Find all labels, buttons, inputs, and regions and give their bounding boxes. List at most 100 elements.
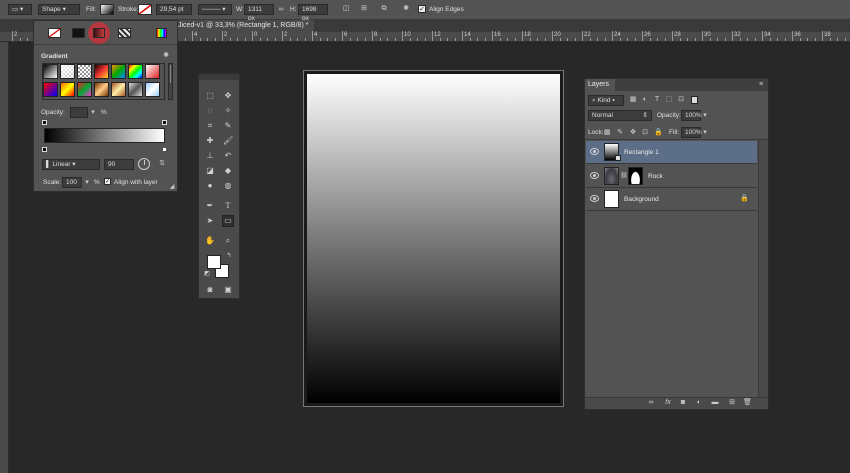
type-icon[interactable]: T <box>223 201 233 211</box>
gear-icon[interactable]: ✺ <box>402 5 410 13</box>
path-selection-icon[interactable]: ➤ <box>205 216 215 226</box>
gradient-preset[interactable] <box>111 64 126 79</box>
color-stop-right[interactable] <box>162 147 167 152</box>
filter-type-icon[interactable]: T <box>653 96 661 104</box>
healing-icon[interactable]: ✚ <box>205 136 215 146</box>
tools-panel-header[interactable] <box>199 74 239 80</box>
lock-all-icon[interactable]: 🔒 <box>654 129 663 137</box>
lock-transparent-icon[interactable]: ▦ <box>603 129 611 137</box>
paint-bucket-icon[interactable]: ◆ <box>223 166 233 176</box>
mask-link-icon[interactable]: ⛓ <box>620 172 628 180</box>
marquee-icon[interactable]: ⬚ <box>205 91 215 101</box>
filter-pixel-icon[interactable]: ▦ <box>629 96 637 104</box>
stroke-swatch[interactable] <box>138 4 152 15</box>
gradient-style-select[interactable]: ▌ Linear ▾ <box>42 159 100 170</box>
opacity-dropdown-icon[interactable]: ▾ <box>89 109 97 117</box>
lasso-icon[interactable]: ◌ <box>205 106 215 116</box>
reverse-gradient-icon[interactable]: ⇅ <box>158 160 166 168</box>
dodge-icon[interactable]: ◍ <box>223 181 233 191</box>
opacity-stop-right[interactable] <box>162 120 167 125</box>
mask-icon[interactable]: ◙ <box>679 399 687 407</box>
quick-mask-icon[interactable]: ◙ <box>205 285 215 295</box>
rectangle-tool-icon[interactable]: ▭ <box>222 215 234 227</box>
gradient-preset[interactable] <box>128 64 143 79</box>
gradient-preset[interactable] <box>111 82 126 97</box>
opacity-stop-left[interactable] <box>42 120 47 125</box>
stroke-width-field[interactable]: 29,54 pt <box>156 4 192 15</box>
layer-row-background[interactable]: Background 🔒 <box>586 188 757 211</box>
pen-icon[interactable]: ✒ <box>205 201 215 211</box>
clone-stamp-icon[interactable]: ⊥ <box>205 151 215 161</box>
filter-toggle[interactable] <box>691 96 698 104</box>
visibility-eye-icon[interactable] <box>590 195 599 202</box>
gradient-fill-button[interactable] <box>93 28 105 38</box>
fill-swatch[interactable] <box>100 4 114 15</box>
pattern-fill-button[interactable] <box>118 28 131 38</box>
layer-name[interactable]: Background <box>624 196 659 203</box>
path-operations-icon[interactable]: ◫ <box>342 5 350 13</box>
trash-icon[interactable]: 🗑 <box>743 399 752 407</box>
layers-tab[interactable]: Layers <box>585 79 615 91</box>
gradient-preset[interactable] <box>60 64 75 79</box>
eyedropper-icon[interactable]: ✎ <box>223 121 233 131</box>
visibility-eye-icon[interactable] <box>590 172 599 179</box>
fx-icon[interactable]: fx <box>664 399 672 407</box>
gradient-preset[interactable] <box>43 82 58 97</box>
lock-artboard-icon[interactable]: ⊡ <box>641 129 649 137</box>
layer-row-rock[interactable]: ⛓ Rock <box>586 165 757 188</box>
layer-name[interactable]: Rectangle 1 <box>624 149 659 156</box>
default-colors-icon[interactable]: ◩ <box>202 269 212 279</box>
visibility-eye-icon[interactable] <box>590 148 599 155</box>
height-field[interactable]: 1698 px <box>298 4 328 22</box>
new-layer-icon[interactable]: ⊞ <box>728 399 736 407</box>
blend-mode-select[interactable]: Normal ⇕ <box>588 110 652 121</box>
adjustment-icon[interactable]: ◐ <box>695 399 703 407</box>
presets-scrollbar[interactable] <box>168 63 173 100</box>
screen-mode-icon[interactable]: ▣ <box>223 285 233 295</box>
layer-fill-dropdown-icon[interactable]: ▾ <box>701 129 709 137</box>
brush-icon[interactable]: 🖌 <box>223 136 233 146</box>
layer-opacity-dropdown-icon[interactable]: ▾ <box>701 112 709 120</box>
color-stop-left[interactable] <box>42 147 47 152</box>
eraser-icon[interactable]: ◪ <box>205 166 215 176</box>
width-field[interactable]: 1311 px <box>244 4 274 22</box>
link-dimensions-icon[interactable]: ∞ <box>277 6 285 14</box>
layer-name[interactable]: Rock <box>648 173 663 180</box>
angle-dial[interactable] <box>138 158 150 170</box>
lock-position-icon[interactable]: ✥ <box>629 129 637 137</box>
magic-wand-icon[interactable]: ✧ <box>223 106 233 116</box>
align-edges-checkbox[interactable]: ✓ <box>418 5 426 13</box>
resize-grip-icon[interactable]: ◢ <box>168 183 176 191</box>
filter-adjustment-icon[interactable]: ◐ <box>641 96 649 104</box>
lock-pixels-icon[interactable]: ✎ <box>616 129 624 137</box>
gradient-preset[interactable] <box>43 64 58 79</box>
filter-kind-select[interactable]: ⌕ Kind ▾ <box>588 95 624 106</box>
align-with-layer-checkbox[interactable]: ✓ <box>104 178 111 185</box>
link-icon[interactable]: ∞ <box>647 399 655 407</box>
tool-preset-picker[interactable]: ▭ ▾ <box>8 4 32 15</box>
gradient-preset[interactable] <box>128 82 143 97</box>
document-canvas[interactable] <box>307 74 560 403</box>
color-picker-button[interactable] <box>156 28 167 38</box>
gradient-preset[interactable] <box>77 64 92 79</box>
crop-icon[interactable]: ⌗ <box>205 121 215 131</box>
hand-icon[interactable]: ✋ <box>205 236 215 246</box>
gradient-ramp[interactable] <box>44 128 165 143</box>
zoom-icon[interactable]: ⌕ <box>223 236 233 246</box>
gradient-preset[interactable] <box>94 82 109 97</box>
gradient-angle-field[interactable]: 90 <box>104 159 134 170</box>
swap-colors-icon[interactable]: ↰ <box>224 251 234 261</box>
panel-menu-icon[interactable]: ≡ <box>757 81 765 89</box>
move-icon[interactable]: ✥ <box>223 91 233 101</box>
path-arrangement-icon[interactable]: ⧉ <box>380 5 388 13</box>
scale-field[interactable]: 100 <box>62 177 82 188</box>
gradient-preset[interactable] <box>145 82 160 97</box>
layers-scrollbar-track[interactable] <box>758 140 768 400</box>
stroke-type-select[interactable]: ──── ▾ <box>198 4 232 15</box>
filter-shape-icon[interactable]: ⬚ <box>665 96 673 104</box>
gradient-preset[interactable] <box>77 82 92 97</box>
mode-select[interactable]: Shape ▾ <box>38 4 80 15</box>
gradient-settings-icon[interactable]: ✺ <box>162 52 170 60</box>
gradient-preset[interactable] <box>94 64 109 79</box>
history-brush-icon[interactable]: ↶ <box>223 151 233 161</box>
